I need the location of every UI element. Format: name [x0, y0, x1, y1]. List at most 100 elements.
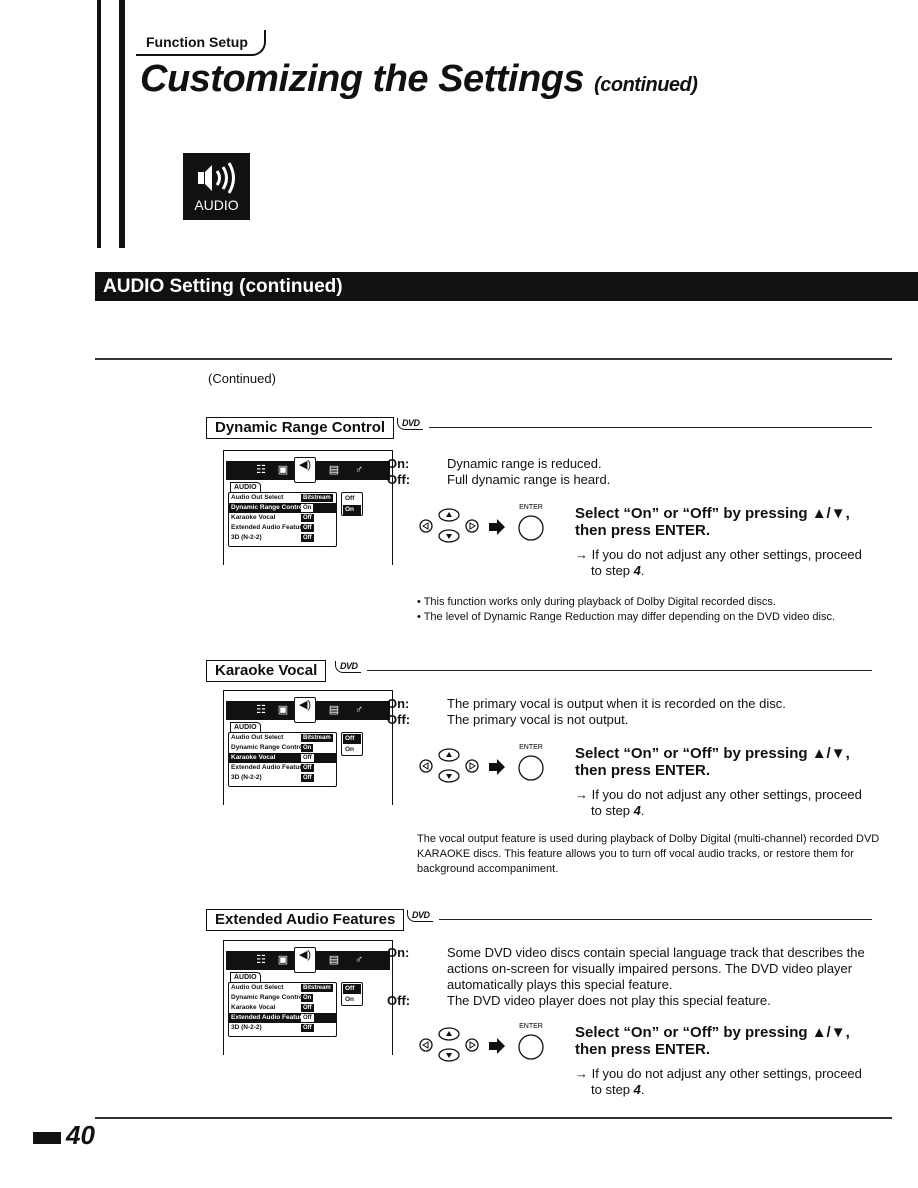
menu-row-value: Off [301, 754, 314, 762]
section-rule [367, 670, 872, 671]
menu-option: Off [345, 495, 355, 502]
setting-title: Extended Audio Features [206, 909, 405, 931]
page-title-text: Customizing the Settings [140, 58, 585, 100]
parental-lock-icon: ♂ [354, 704, 364, 716]
audio-icon-label: AUDIO [194, 197, 239, 213]
page-number: 40 [66, 1120, 95, 1150]
menu-row-value: Off [301, 1014, 314, 1022]
note-line: • This function works only during playba… [417, 596, 776, 608]
instruction: Select “On” or “Off” by pressing ▲/▼, th… [575, 745, 850, 779]
remote-buttons-diagram: ENTER [419, 1023, 544, 1062]
left-button-icon [419, 759, 433, 773]
right-button-icon [465, 519, 479, 533]
function-setup-tab: Function Setup [136, 30, 266, 56]
menu-screen: ☷ ▣ ◀) ▤ ♂ AUDIO Audio Out Select Bitstream Dy… [223, 690, 393, 805]
on-description: On: The primary vocal is output when it i… [387, 696, 877, 712]
menu-row-value: Bitstream [301, 494, 333, 502]
menu-row-label: Dynamic Range Control [231, 744, 305, 751]
menu-row-label: Audio Out Select [231, 984, 284, 991]
off-text: Full dynamic range is heard. [447, 472, 611, 487]
off-text: The primary vocal is not output. [447, 712, 629, 727]
off-description: Off: Full dynamic range is heard. [387, 472, 877, 488]
setting-title: Karaoke Vocal [206, 660, 327, 682]
menu-option: On [345, 996, 355, 1003]
parental-lock-icon: ♂ [354, 954, 364, 966]
speaker-icon [197, 162, 235, 194]
display-icon: ▤ [328, 464, 340, 476]
page-title: Customizing the Settings (continued) [140, 58, 698, 101]
menu-row-label: Karaoke Vocal [231, 754, 276, 761]
menu-row-label: Extended Audio Features [231, 764, 310, 771]
instruction-line-2: then press ENTER. [575, 762, 711, 779]
down-button-icon [438, 769, 460, 783]
menu-row: Audio Out Select Bitstream [229, 493, 336, 503]
menu-row-value: Bitstream [301, 734, 333, 742]
step-note-text: → If you do not adjust any other setting… [575, 547, 862, 578]
audio-category-icon: AUDIO [183, 153, 250, 220]
off-label: Off: [387, 472, 411, 487]
remote-buttons-diagram: ENTER [419, 744, 544, 783]
menu-row: Karaoke Vocal Off [229, 1003, 336, 1013]
menu-row: Dynamic Range Control On [229, 503, 336, 513]
menu-options: Off On [341, 492, 363, 516]
menu-row-label: 3D (N-2-2) [231, 534, 262, 541]
menu-row-label: Extended Audio Features [231, 524, 310, 531]
option-descriptions: On: The primary vocal is output when it i… [387, 696, 877, 728]
menu-tab-audio: AUDIO [230, 722, 261, 732]
menu-row: Audio Out Select Bitstream [229, 983, 336, 993]
right-button-icon [465, 1038, 479, 1052]
language-icon: ☷ [256, 954, 266, 966]
instruction: Select “On” or “Off” by pressing ▲/▼, th… [575, 1024, 850, 1058]
arrow-right-icon [489, 1038, 505, 1054]
menu-row: Dynamic Range Control On [229, 743, 336, 753]
divider-bottom [95, 1117, 892, 1119]
menu-option: On [343, 505, 361, 515]
option-descriptions: On: Dynamic range is reduced. Off: Full dy… [387, 456, 877, 488]
on-description: On: Some DVD video discs contain special … [387, 945, 877, 993]
binding-bar-thin [97, 0, 101, 248]
menu-option: On [345, 746, 355, 753]
step-number: 4 [633, 803, 641, 818]
instruction: Select “On” or “Off” by pressing ▲/▼, th… [575, 505, 850, 539]
dvd-badge: DVD [335, 661, 361, 673]
menu-row-label: Extended Audio Features [231, 1014, 310, 1021]
menu-row-value: On [301, 994, 314, 1002]
step-note-text: → If you do not adjust any other setting… [575, 1066, 862, 1097]
menu-option: Off [343, 984, 361, 994]
instruction-line-2: then press ENTER. [575, 522, 711, 539]
dvd-badge: DVD [407, 910, 433, 922]
menu-row-value: Off [301, 1024, 314, 1032]
step-note: → If you do not adjust any other setting… [575, 1066, 862, 1097]
remote-buttons-diagram: ENTER [419, 504, 544, 543]
dvd-badge: DVD [397, 418, 423, 430]
binding-bar-thick [119, 0, 125, 248]
section-rule [429, 427, 872, 428]
up-button-icon [438, 1027, 460, 1041]
arrow-right-icon [489, 519, 505, 535]
display-icon: ▤ [328, 954, 340, 966]
section-rule [439, 919, 872, 920]
picture-icon: ▣ [277, 954, 289, 966]
menu-row-label: 3D (N-2-2) [231, 1024, 262, 1031]
menu-list: Audio Out Select Bitstream Dynamic Range C… [228, 732, 337, 787]
menu-row: Dynamic Range Control On [229, 993, 336, 1003]
menu-row: Extended Audio Features Off [229, 763, 336, 773]
page-number-marker [33, 1132, 61, 1144]
section-notes: The vocal output feature is used during … [417, 832, 887, 877]
setting-title: Dynamic Range Control [206, 417, 395, 439]
off-label: Off: [387, 993, 411, 1008]
language-icon: ☷ [256, 464, 266, 476]
down-button-icon [438, 529, 460, 543]
menu-row-value: Off [301, 514, 314, 522]
enter-button-icon [518, 1034, 544, 1060]
enter-button-icon [518, 515, 544, 541]
continued-note: (Continued) [208, 371, 276, 386]
enter-label: ENTER [519, 1023, 543, 1030]
off-label: Off: [387, 712, 411, 727]
audio-icon: ◀) [294, 697, 316, 723]
on-text: Some DVD video discs contain special lan… [447, 945, 865, 992]
off-description: Off: The DVD video player does not play t… [387, 993, 877, 1009]
step-note: → If you do not adjust any other setting… [575, 547, 862, 578]
arrow-right-icon [489, 759, 505, 775]
menu-row-value: On [301, 744, 314, 752]
